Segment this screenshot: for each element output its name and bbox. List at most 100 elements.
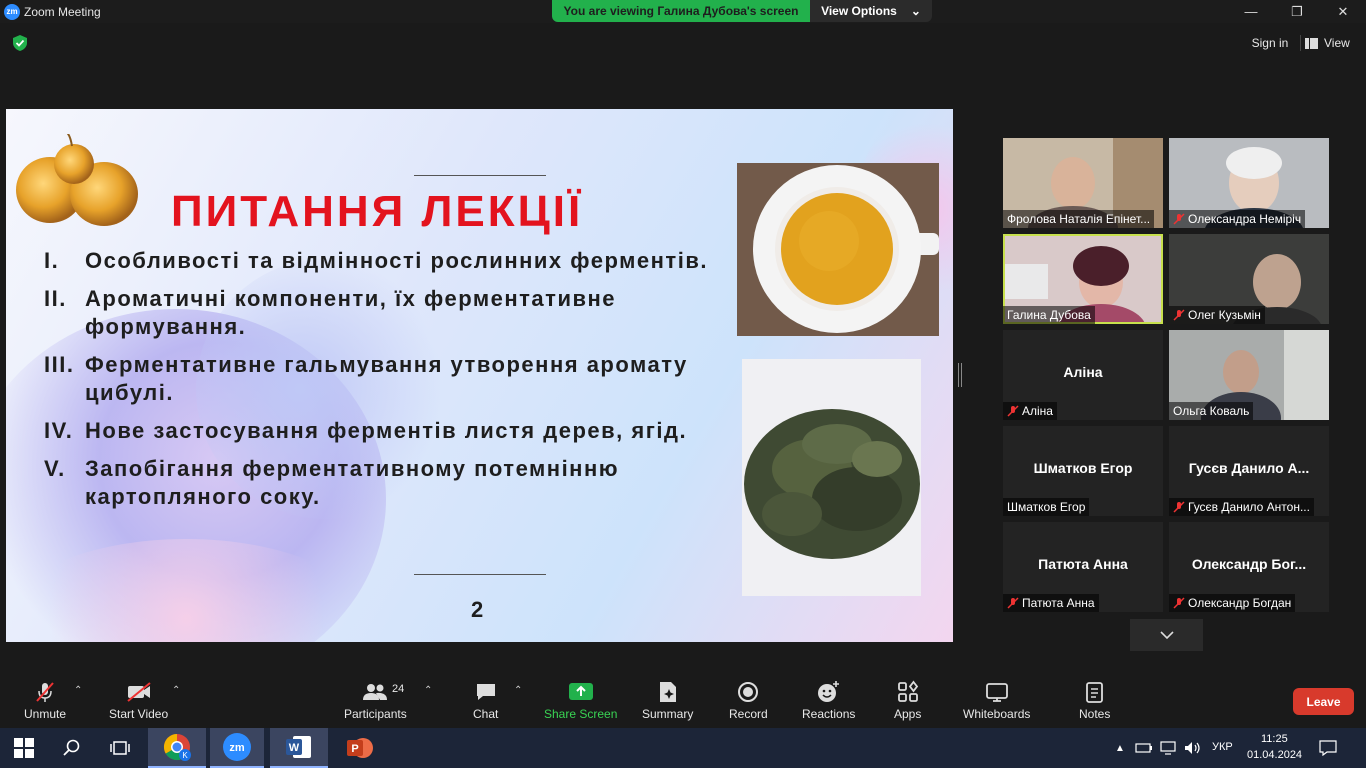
volume-icon[interactable] xyxy=(1180,728,1206,768)
notes-icon xyxy=(1085,682,1103,703)
svg-text:zm: zm xyxy=(229,742,245,754)
powerpoint-icon: P xyxy=(347,738,373,758)
taskbar-zoom[interactable]: zm xyxy=(210,728,264,768)
microphone-muted-icon xyxy=(36,682,54,702)
svg-text:P: P xyxy=(351,743,358,755)
participant-tile[interactable]: Ольга Коваль xyxy=(1169,330,1329,420)
participant-name: Фролова Наталія Епінет... xyxy=(1003,210,1155,228)
chat-button[interactable]: Chat xyxy=(473,679,498,721)
show-hidden-icons-button[interactable]: ▲ xyxy=(1108,728,1132,768)
video-off-icon xyxy=(126,682,151,702)
participant-tile[interactable]: Патюта Анна Патюта Анна xyxy=(1003,522,1163,612)
participants-options-caret[interactable]: ⌃ xyxy=(424,685,432,696)
participant-name-bar: Олександр Богдан xyxy=(1169,594,1296,612)
video-options-caret[interactable]: ⌃ xyxy=(172,685,180,696)
participant-tile[interactable]: Гусєв Данило А... Гусєв Данило Антон... xyxy=(1169,426,1329,516)
participant-name-bar: Гусєв Данило Антон... xyxy=(1169,498,1314,516)
taskbar-word[interactable]: W xyxy=(270,728,328,768)
slide-divider-bottom xyxy=(414,574,546,575)
word-icon: W xyxy=(286,736,311,758)
clock-date[interactable]: 01.04.2024 xyxy=(1247,749,1302,761)
slide-divider-top xyxy=(414,175,546,176)
panel-resize-handle[interactable] xyxy=(958,363,962,387)
viewing-banner: You are viewing Галина Дубова's screen V… xyxy=(552,0,932,22)
participant-name: Шматков Егор xyxy=(1003,498,1090,516)
battery-icon xyxy=(1135,743,1152,753)
start-button[interactable] xyxy=(0,728,48,768)
language-indicator[interactable]: УКР xyxy=(1212,741,1233,753)
network-icon[interactable] xyxy=(1156,728,1180,768)
participant-tile[interactable]: Олександр Бог... Олександр Богдан xyxy=(1169,522,1329,612)
participant-tile[interactable]: Олег Кузьмін xyxy=(1169,234,1329,324)
participant-name: Галина Дубова xyxy=(1003,306,1095,324)
summary-button[interactable]: Summary xyxy=(642,679,693,721)
search-icon xyxy=(63,739,80,756)
participants-count: 24 xyxy=(392,683,405,695)
whiteboards-icon xyxy=(985,683,1008,702)
participant-name-bar: Олег Кузьмін xyxy=(1169,306,1265,324)
close-button[interactable]: ✕ xyxy=(1320,0,1366,23)
chat-icon xyxy=(476,684,495,700)
participant-name-bar: Аліна xyxy=(1003,402,1057,420)
view-options-button[interactable]: View Options ⌄ xyxy=(810,0,932,22)
participant-tile[interactable]: Фролова Наталія Епінет... xyxy=(1003,138,1163,228)
shield-icon[interactable] xyxy=(11,34,29,52)
microphone-muted-icon xyxy=(1007,597,1019,609)
chevron-down-icon xyxy=(1159,631,1174,639)
power-icon[interactable] xyxy=(1132,728,1156,768)
participant-tile[interactable]: Олександра Немірiч xyxy=(1169,138,1329,228)
meeting-toolbar: Unmute ⌃ Start Video ⌃ Participants 24 ⌃… xyxy=(0,671,1366,728)
zoom-icon: zm xyxy=(223,733,251,761)
record-button[interactable]: Record xyxy=(729,679,768,721)
leave-button[interactable]: Leave xyxy=(1293,688,1354,715)
microphone-muted-icon xyxy=(1173,213,1185,225)
microphone-muted-icon xyxy=(1007,405,1019,417)
unmute-button[interactable]: Unmute xyxy=(24,679,66,721)
participants-icon xyxy=(363,684,388,700)
participant-tile[interactable]: Аліна Аліна xyxy=(1003,330,1163,420)
participant-tile[interactable]: Шматков Егор Шматков Егор xyxy=(1003,426,1163,516)
apps-icon xyxy=(897,680,918,702)
share-screen-icon xyxy=(568,683,593,700)
sign-in-button[interactable]: Sign in xyxy=(1244,32,1296,54)
start-video-button[interactable]: Start Video xyxy=(109,679,168,721)
notes-button[interactable]: Notes xyxy=(1079,679,1110,721)
participant-name-bar: Олександра Немірiч xyxy=(1169,210,1306,228)
view-options-label: View Options xyxy=(821,4,897,18)
minimize-button[interactable]: — xyxy=(1228,0,1274,23)
clock-time[interactable]: 11:25 xyxy=(1261,733,1288,745)
chat-options-caret[interactable]: ⌃ xyxy=(514,685,522,696)
list-item: V. Запобігання ферментативному потемнінню… xyxy=(44,456,620,509)
whiteboards-button[interactable]: Whiteboards xyxy=(963,679,1030,721)
task-view-button[interactable] xyxy=(96,728,144,768)
taskbar-search-button[interactable] xyxy=(48,728,96,768)
apps-button[interactable]: Apps xyxy=(894,679,921,721)
monitor-network-icon xyxy=(1160,741,1176,755)
notification-icon xyxy=(1319,740,1337,756)
share-screen-button[interactable]: Share Screen xyxy=(544,679,617,721)
slide-page-number: 2 xyxy=(471,597,484,622)
speaker-icon xyxy=(1185,742,1200,754)
taskbar-powerpoint[interactable]: P xyxy=(332,728,388,768)
list-item: II. Ароматичні компоненти, їх ферментатив… xyxy=(44,286,617,339)
view-button[interactable]: View xyxy=(1305,32,1361,54)
list-item: III. Ферментативне гальмування утворення … xyxy=(44,352,688,405)
gallery-next-page-button[interactable] xyxy=(1130,619,1203,651)
microphone-muted-icon xyxy=(1173,501,1185,513)
participant-tile-active-speaker[interactable]: Галина Дубова xyxy=(1003,234,1163,324)
participant-name-bar: Патюта Анна xyxy=(1003,594,1099,612)
window-controls: — ❐ ✕ xyxy=(1228,0,1366,23)
audio-options-caret[interactable]: ⌃ xyxy=(74,685,82,696)
reactions-icon xyxy=(817,681,839,702)
window-title: Zoom Meeting xyxy=(24,4,101,19)
reactions-button[interactable]: Reactions xyxy=(802,679,855,721)
participant-display-name: Патюта Анна xyxy=(1038,556,1128,572)
notification-center-button[interactable] xyxy=(1312,728,1344,768)
taskbar-chrome[interactable]: K xyxy=(148,728,206,768)
maximize-button[interactable]: ❐ xyxy=(1274,0,1320,23)
grid-view-icon xyxy=(1305,37,1318,49)
participant-display-name: Шматков Егор xyxy=(1033,460,1133,476)
zoom-logo-icon: zm xyxy=(4,3,20,20)
participant-display-name: Гусєв Данило А... xyxy=(1188,460,1310,476)
list-item: I. Особливості та відмінності рослинних ф… xyxy=(44,248,708,273)
